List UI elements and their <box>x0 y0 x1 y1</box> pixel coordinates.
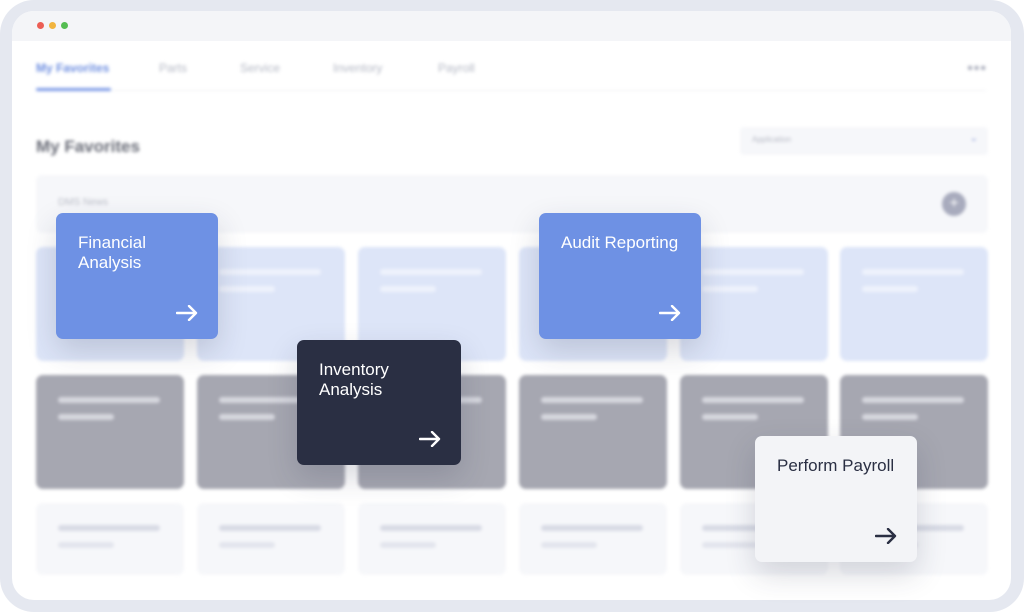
financial-analysis-card[interactable]: Financial Analysis <box>56 213 218 339</box>
card-title: Perform Payroll <box>777 456 895 475</box>
active-tab-indicator <box>36 88 111 91</box>
favorite-tile[interactable] <box>358 503 506 575</box>
tab-parts[interactable]: Parts <box>159 61 187 75</box>
card-title: Audit Reporting <box>561 233 679 252</box>
inventory-analysis-card[interactable]: Inventory Analysis <box>297 340 461 465</box>
page-title: My Favorites <box>36 137 140 156</box>
tab-payroll[interactable]: Payroll <box>438 61 475 75</box>
close-window-button[interactable] <box>37 22 44 29</box>
arrow-right-icon <box>659 305 681 321</box>
arrow-right-icon <box>875 528 897 544</box>
card-title: Financial Analysis <box>78 233 147 272</box>
favorite-tile[interactable] <box>197 503 345 575</box>
application-select[interactable]: Application ⌄ <box>740 127 988 155</box>
favorite-tile[interactable] <box>519 375 667 489</box>
favorite-tile[interactable] <box>680 247 828 361</box>
arrow-right-icon <box>419 431 441 447</box>
favorite-tile[interactable] <box>519 503 667 575</box>
favorite-tile[interactable] <box>36 375 184 489</box>
add-icon[interactable]: + <box>942 192 966 216</box>
tab-inventory[interactable]: Inventory <box>333 61 382 75</box>
maximize-window-button[interactable] <box>61 22 68 29</box>
perform-payroll-card[interactable]: Perform Payroll <box>755 436 917 562</box>
card-title: Inventory Analysis <box>319 360 389 399</box>
more-options-icon[interactable]: ••• <box>967 60 987 78</box>
chevron-down-icon: ⌄ <box>969 133 978 144</box>
nav-tabs: My Favorites Parts Service Inventory Pay… <box>36 61 986 91</box>
audit-reporting-card[interactable]: Audit Reporting <box>539 213 701 339</box>
favorite-tile[interactable] <box>36 503 184 575</box>
tab-my-favorites[interactable]: My Favorites <box>36 61 109 75</box>
news-label: DMS News <box>58 197 109 208</box>
minimize-window-button[interactable] <box>49 22 56 29</box>
tab-service[interactable]: Service <box>240 61 280 75</box>
title-bar <box>12 11 1011 41</box>
application-select-placeholder: Application <box>752 135 792 144</box>
arrow-right-icon <box>176 305 198 321</box>
favorite-tile[interactable] <box>840 247 988 361</box>
